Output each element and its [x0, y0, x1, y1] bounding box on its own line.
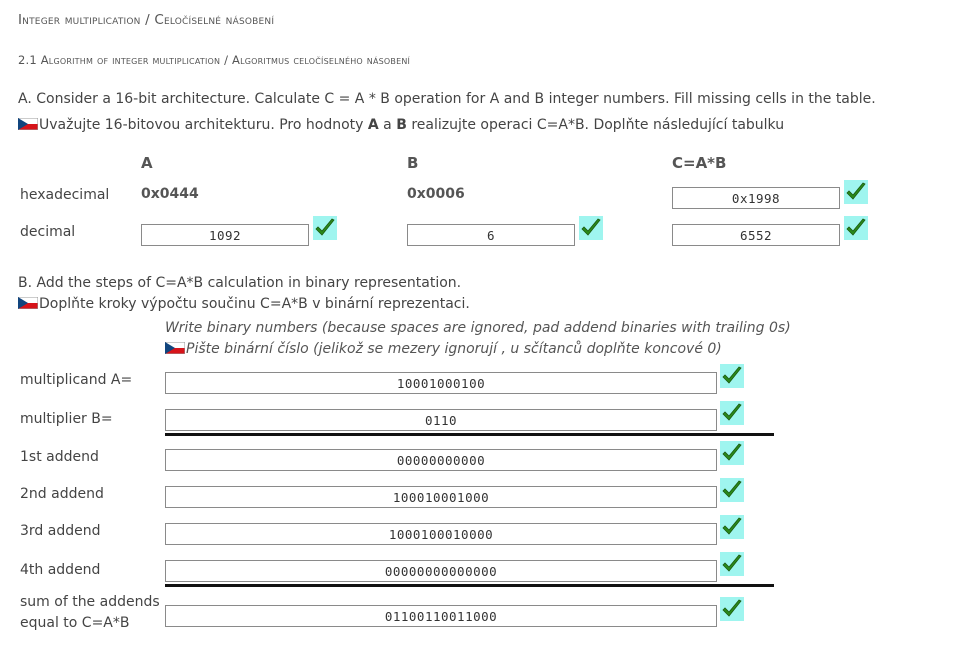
separator-line [165, 584, 774, 587]
czech-flag-icon [165, 342, 185, 354]
c-dec-input[interactable] [672, 224, 840, 246]
sum-label-line-1: sum of the addends [20, 594, 160, 610]
check-mark-icon [579, 216, 603, 240]
czech-flag-icon [18, 118, 38, 130]
check-mark-icon [720, 441, 744, 465]
section-title: 2.1 Algorithm of integer multiplication … [18, 53, 411, 67]
hint-cz: Pište binární číslo (jelikož se mezery i… [165, 341, 722, 357]
check-mark-icon [720, 401, 744, 425]
separator-line [165, 433, 774, 436]
sum-input[interactable] [165, 605, 717, 627]
part-a-instruction-en: A. Consider a 16-bit architecture. Calcu… [18, 91, 876, 107]
multiplier-label: multiplier B= [20, 411, 113, 427]
row-label-decimal: decimal [20, 224, 76, 240]
addend-4-input[interactable] [165, 560, 717, 582]
c-hex-input[interactable] [672, 187, 840, 209]
b-dec-input[interactable] [407, 224, 575, 246]
check-mark-icon [720, 364, 744, 388]
check-mark-icon [720, 552, 744, 576]
addend-3-label: 3rd addend [20, 523, 101, 539]
check-mark-icon [720, 597, 744, 621]
a-dec-input[interactable] [141, 224, 309, 246]
check-mark-icon [720, 515, 744, 539]
page-title: Integer multiplication / Celočíselné nás… [18, 12, 275, 28]
addend-2-input[interactable] [165, 486, 717, 508]
column-header-b: B [407, 154, 419, 172]
multiplicand-label: multiplicand A= [20, 372, 133, 388]
multiplier-input[interactable] [165, 409, 717, 431]
addend-1-input[interactable] [165, 449, 717, 471]
part-b-instruction-en: B. Add the steps of C=A*B calculation in… [18, 275, 462, 291]
part-a-instruction-cz: Uvažujte 16-bitovou architekturu. Pro ho… [18, 117, 784, 133]
check-mark-icon [844, 180, 868, 204]
addend-4-label: 4th addend [20, 562, 101, 578]
addend-3-input[interactable] [165, 523, 717, 545]
czech-flag-icon [18, 297, 38, 309]
check-mark-icon [844, 216, 868, 240]
column-header-a: A [141, 154, 153, 172]
row-label-hexadecimal: hexadecimal [20, 187, 110, 203]
b-hex-value: 0x0006 [407, 186, 465, 202]
a-hex-value: 0x0444 [141, 186, 199, 202]
sum-label-line-2: equal to C=A*B [20, 615, 130, 631]
check-mark-icon [720, 478, 744, 502]
addend-2-label: 2nd addend [20, 486, 104, 502]
addend-1-label: 1st addend [20, 449, 99, 465]
column-header-c: C=A*B [672, 154, 727, 172]
multiplicand-input[interactable] [165, 372, 717, 394]
part-b-instruction-cz: Doplňte kroky výpočtu součinu C=A*B v bi… [18, 296, 470, 312]
hint-en: Write binary numbers (because spaces are… [165, 320, 791, 336]
check-mark-icon [313, 216, 337, 240]
